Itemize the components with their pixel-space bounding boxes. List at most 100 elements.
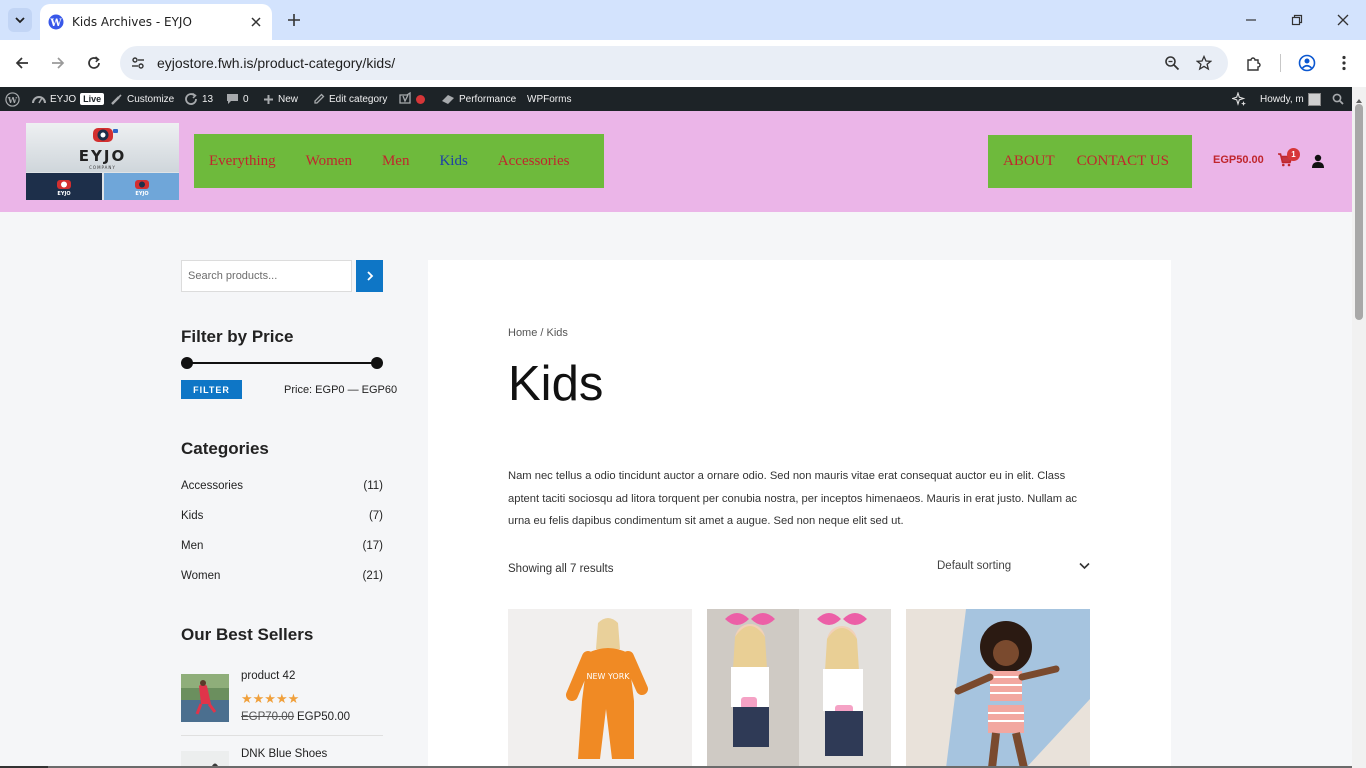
reload-button[interactable] [80, 49, 108, 77]
site-logo[interactable]: EYJO COMPANY EYJO EYJO [26, 123, 179, 200]
ai-assistant-button[interactable] [1232, 87, 1247, 111]
price-slider-min-handle[interactable] [181, 357, 193, 369]
scroll-up-arrow[interactable] [1355, 90, 1363, 103]
logo-variant-light: EYJO [104, 173, 179, 200]
plus-icon [264, 94, 273, 104]
category-item[interactable]: Kids (7) [181, 510, 383, 528]
best-seller-name[interactable]: DNK Blue Shoes [241, 748, 327, 760]
nav-women[interactable]: Women [306, 153, 352, 170]
admin-search-button[interactable] [1332, 87, 1344, 111]
product-search-button[interactable] [356, 260, 383, 292]
zoom-button[interactable] [1161, 52, 1183, 74]
toolbar-separator [1280, 54, 1281, 72]
url-text[interactable]: eyjostore.fwh.is/product-category/kids/ [157, 55, 395, 71]
comments-link[interactable]: 0 [226, 87, 249, 111]
extensions-button[interactable] [1241, 50, 1267, 76]
logo-variant-dark: EYJO [26, 173, 102, 200]
logo-camera-icon [92, 128, 118, 142]
edit-category-link[interactable]: Edit category [313, 87, 387, 111]
new-content-menu[interactable]: New [263, 87, 298, 111]
performance-icon [442, 95, 454, 104]
seo-menu[interactable] [398, 87, 425, 111]
wordpress-icon: W [5, 91, 20, 107]
filter-button[interactable]: FILTER [181, 380, 242, 399]
old-price: EGP70.00 [241, 711, 295, 723]
howdy-label: Howdy, m [1260, 93, 1304, 105]
sort-dropdown[interactable]: Default sorting [937, 555, 1090, 577]
restore-button[interactable] [1274, 4, 1320, 36]
category-count: (7) [368, 510, 383, 522]
minimize-icon [1246, 19, 1256, 21]
profile-button[interactable] [1294, 50, 1320, 76]
minimize-button[interactable] [1228, 4, 1274, 36]
nav-men[interactable]: Men [382, 153, 410, 170]
customize-link[interactable]: Customize [110, 87, 174, 111]
pencil-icon [314, 93, 325, 104]
scrollbar-thumb[interactable] [1355, 104, 1363, 320]
new-label: New [278, 93, 299, 105]
account-icon[interactable] [1311, 154, 1325, 168]
site-name: EYJO [50, 93, 77, 105]
wordpress-icon: W [48, 14, 64, 30]
forward-button[interactable] [44, 49, 72, 77]
seo-status-dot [416, 94, 425, 104]
updates-link[interactable]: 13 [184, 87, 213, 111]
nav-accessories[interactable]: Accessories [498, 153, 570, 170]
category-item[interactable]: Women (21) [181, 570, 383, 588]
performance-menu[interactable]: Performance [441, 87, 516, 111]
dashboard-icon [32, 96, 46, 104]
category-item[interactable]: Accessories (11) [181, 480, 383, 498]
nav-kids[interactable]: Kids [439, 153, 467, 170]
wp-logo-menu[interactable]: W [5, 87, 20, 111]
bookmark-button[interactable] [1193, 52, 1215, 74]
performance-label: Performance [459, 93, 517, 105]
product-search-input[interactable]: Search products... [181, 260, 352, 292]
new-tab-button[interactable] [282, 8, 306, 32]
close-window-button[interactable] [1320, 4, 1366, 36]
back-button[interactable] [8, 49, 36, 77]
chevron-right-icon [366, 271, 373, 281]
customize-label: Customize [127, 93, 175, 105]
nav-contact-us[interactable]: CONTACT US [1077, 153, 1169, 170]
product-image[interactable] [707, 609, 891, 768]
category-name[interactable]: Women [181, 570, 220, 582]
nav-everything[interactable]: Everything [209, 153, 276, 170]
search-icon [1332, 93, 1344, 105]
price-slider-max-handle[interactable] [371, 357, 383, 369]
browser-menu-button[interactable] [1331, 50, 1357, 76]
category-name[interactable]: Kids [181, 510, 203, 522]
wp-admin-bar: W EYJO Live Customize 13 0 New Edit cate… [0, 87, 1352, 111]
site-name-menu[interactable]: EYJO Live [32, 87, 105, 111]
wpforms-menu[interactable]: WPForms [527, 87, 571, 111]
price-slider-track[interactable] [186, 362, 377, 364]
avatar [1307, 92, 1321, 106]
arrow-left-icon [15, 57, 28, 69]
active-tab[interactable]: W Kids Archives - EYJO [40, 4, 272, 40]
restore-icon [1291, 14, 1303, 26]
tab-close-button[interactable] [248, 14, 264, 30]
user-account-menu[interactable]: Howdy, m [1260, 87, 1321, 111]
logo-camera-icon: EYJO [134, 179, 149, 196]
site-info-button[interactable] [128, 53, 148, 73]
profile-icon [1298, 54, 1316, 72]
product-image[interactable]: NEW YORK [508, 609, 692, 768]
logo-subtext: COMPANY [89, 165, 116, 170]
category-name[interactable]: Accessories [181, 480, 243, 492]
cart-count-badge: 1 [1287, 148, 1300, 161]
star-icon [1196, 55, 1212, 71]
category-name[interactable]: Men [181, 540, 203, 552]
primary-navigation: Everything Women Men Kids Accessories [194, 134, 604, 188]
best-seller-thumbnail[interactable] [181, 674, 229, 722]
nav-about[interactable]: ABOUT [1003, 153, 1055, 170]
tab-search-button[interactable] [8, 8, 32, 32]
chevron-down-icon [15, 17, 25, 24]
product-image[interactable] [906, 609, 1090, 768]
svg-text:EYJO: EYJO [135, 191, 148, 196]
result-count: Showing all 7 results [508, 563, 614, 575]
category-item[interactable]: Men (17) [181, 540, 383, 558]
best-seller-name[interactable]: product 42 [241, 670, 295, 682]
breadcrumb[interactable]: Home / Kids [508, 327, 568, 339]
categories-title: Categories [181, 439, 269, 458]
logo-main: EYJO COMPANY [26, 123, 179, 172]
cart-total[interactable]: EGP50.00 [1213, 154, 1264, 166]
